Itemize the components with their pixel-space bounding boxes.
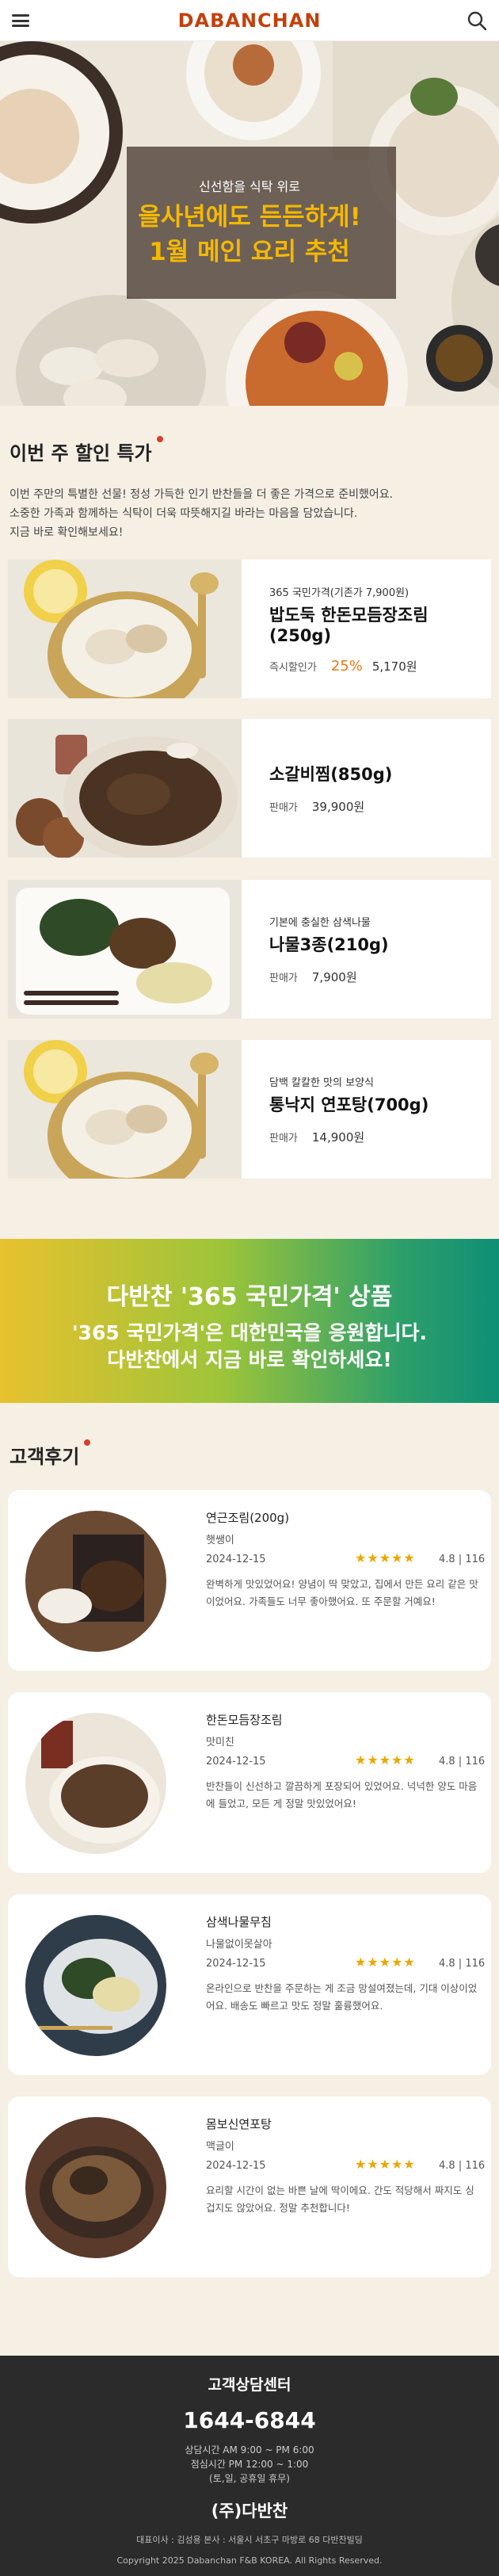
product-price-row: 판매가 7,900원 — [269, 969, 483, 985]
footer-hours: 상담시간 AM 9:00 ~ PM 6:00 점심시간 PM 12:00 ~ 1… — [0, 2443, 499, 2486]
price-label: 판매가 — [269, 1132, 298, 1145]
review-card[interactable]: 연근조림(200g) 햇쌩이 2024-12-15 ★★★★★ 4.8 | 11… — [8, 1490, 491, 1671]
search-icon[interactable] — [466, 10, 488, 32]
footer-copyright: Copyright 2025 Dabanchan F&B KOREA. All … — [116, 2555, 383, 2566]
review-image — [25, 1915, 166, 2056]
product-price-row: 판매가 39,900원 — [269, 798, 483, 815]
price-value: 39,900원 — [311, 800, 365, 814]
review-product: 한돈모듬장조림 — [206, 1713, 283, 1727]
banner-title: 다반찬 '365 국민가격' 상품 — [106, 1283, 393, 1311]
review-date: 2024-12-15 — [206, 1554, 266, 1565]
review-user: 나물없이못살아 — [206, 1939, 272, 1951]
product-name: 밥도둑 한돈모듬장조림(250g) — [269, 605, 429, 645]
rating-score: 4.8 | 116 — [439, 1554, 486, 1565]
hours-line: 상담시간 AM 9:00 ~ PM 6:00 — [185, 2444, 314, 2456]
top-header: DABANCHAN — [0, 0, 499, 41]
accent-dot — [84, 1439, 91, 1446]
price-value: 5,170원 — [371, 659, 417, 674]
review-product: 연근조림(200g) — [206, 1511, 290, 1525]
footer-company: (주)다반찬 — [211, 2501, 288, 2521]
price-promo-banner[interactable]: 다반찬 '365 국민가격' 상품 '365 국민가격'은 대한민국을 응원합니… — [0, 1239, 499, 1403]
hours-line: (토,일, 공휴일 휴무) — [209, 2473, 290, 2484]
review-date: 2024-12-15 — [206, 1756, 266, 1768]
product-card[interactable]: 소갈비찜(850g) 판매가 39,900원 — [8, 719, 491, 858]
product-info: 기본에 충실한 삼색나물 나물3종(210g) 판매가 7,900원 — [269, 880, 483, 1019]
accent-dot — [156, 436, 163, 442]
discount-rate: 25% — [330, 657, 363, 675]
review-product: 삼색나물무침 — [206, 1915, 272, 1929]
product-name: 소갈비찜(850g) — [269, 765, 393, 784]
hero-title: 을사년에도 든든하게! 1월 메인 요리 추천 — [127, 200, 372, 269]
review-card[interactable]: 한돈모듬장조림 맛미친 2024-12-15 ★★★★★ 4.8 | 116 반… — [8, 1692, 491, 1873]
review-text: 온라인으로 반찬을 주문하는 게 조금 망설여졌는데, 기대 이상이었어요. 배… — [206, 1982, 478, 2012]
review-image — [25, 1511, 166, 1652]
product-name: 통낙지 연포탕(700g) — [269, 1095, 429, 1114]
banner-line: 다반찬에서 지금 바로 확인하세요! — [107, 1348, 392, 1371]
product-info: 소갈비찜(850g) 판매가 39,900원 — [269, 719, 483, 858]
rating-stars: ★★★★★ — [355, 1955, 416, 1970]
product-card[interactable]: 365 국민가격(기존가 7,900원) 밥도둑 한돈모듬장조림(250g) 즉… — [8, 560, 491, 698]
banner-subtitle: '365 국민가격'은 대한민국을 응원합니다. 다반찬에서 지금 바로 확인하… — [0, 1320, 499, 1374]
discount-section-title: 이번 주 할인 특가 — [10, 436, 163, 465]
intro-line: 소중한 가족과 함께하는 식탁이 더욱 따뜻해지길 바라는 마음을 담았습니다. — [10, 507, 358, 520]
review-user: 햇쌩이 — [206, 1535, 234, 1546]
product-image — [8, 560, 242, 698]
hero-title-line1: 을사년에도 든든하게! — [138, 203, 361, 231]
banner-line: '365 국민가격'은 대한민국을 응원합니다. — [71, 1321, 428, 1344]
product-image — [8, 1040, 242, 1179]
brand-logo[interactable]: DABANCHAN — [178, 10, 322, 32]
review-user: 맥글이 — [206, 2141, 234, 2153]
product-card[interactable]: 담백 칼칼한 맛의 보양식 통낙지 연포탕(700g) 판매가 14,900원 — [8, 1040, 491, 1179]
review-text: 반찬들이 신선하고 깔끔하게 포장되어 있었어요. 넉넉한 양도 마음에 들었고… — [206, 1780, 478, 1810]
review-card[interactable]: 몸보신연포탕 맥글이 2024-12-15 ★★★★★ 4.8 | 116 요리… — [8, 2096, 491, 2277]
discount-title-text: 이번 주 할인 특가 — [10, 442, 152, 464]
intro-line: 지금 바로 확인해보세요! — [10, 526, 124, 539]
site-footer: 고객상담센터 1644-6844 상담시간 AM 9:00 ~ PM 6:00 … — [0, 2356, 499, 2576]
product-card[interactable]: 기본에 충실한 삼색나물 나물3종(210g) 판매가 7,900원 — [8, 880, 491, 1019]
footer-address: 대표이사 : 김성용 본사 : 서울시 서초구 마방로 68 다반찬빌딩 — [136, 2535, 363, 2545]
review-image — [25, 2117, 166, 2258]
intro-line: 이번 주만의 특별한 선물! 정성 가득한 인기 반찬들을 더 좋은 가격으로 … — [10, 488, 394, 501]
footer-title: 고객상담센터 — [208, 2376, 291, 2394]
product-image — [8, 719, 242, 858]
discount-intro: 이번 주만의 특별한 선물! 정성 가득한 인기 반찬들을 더 좋은 가격으로 … — [10, 485, 485, 542]
price-label: 즉시할인가 — [269, 661, 317, 674]
review-image — [25, 1713, 166, 1854]
product-info: 담백 칼칼한 맛의 보양식 통낙지 연포탕(700g) 판매가 14,900원 — [269, 1040, 483, 1179]
price-value: 7,900원 — [311, 969, 357, 984]
review-card[interactable]: 삼색나물무침 나물없이못살아 2024-12-15 ★★★★★ 4.8 | 11… — [8, 1894, 491, 2075]
reviews-section-title: 고객후기 — [10, 1439, 91, 1469]
hero-banner[interactable]: 신선함을 식탁 위로 을사년에도 든든하게! 1월 메인 요리 추천 — [0, 41, 499, 406]
hamburger-menu-icon[interactable] — [11, 11, 30, 30]
product-desc: 담백 칼칼한 맛의 보양식 — [269, 1076, 374, 1089]
hours-line: 점심시간 PM 12:00 ~ 1:00 — [190, 2459, 309, 2470]
product-price-row: 판매가 14,900원 — [269, 1129, 483, 1145]
price-label: 판매가 — [269, 972, 298, 984]
product-desc: 365 국민가격(기존가 7,900원) — [269, 587, 409, 599]
rating-stars: ★★★★★ — [355, 1752, 416, 1768]
review-date: 2024-12-15 — [206, 1958, 266, 1970]
review-user: 맛미친 — [206, 1737, 234, 1749]
rating-stars: ★★★★★ — [355, 1550, 416, 1565]
rating-stars: ★★★★★ — [355, 2157, 416, 2172]
price-label: 판매가 — [269, 802, 298, 814]
reviews-title-text: 고객후기 — [10, 1446, 80, 1468]
rating-score: 4.8 | 116 — [439, 1756, 486, 1768]
hero-subtitle: 신선함을 식탁 위로 — [199, 179, 300, 194]
price-value: 14,900원 — [311, 1129, 365, 1145]
review-text: 완벽하게 맛있었어요! 양념이 딱 맞았고, 집에서 만든 요리 같은 맛이었어… — [206, 1578, 478, 1607]
rating-score: 4.8 | 116 — [439, 1958, 486, 1970]
footer-phone[interactable]: 1644-6844 — [0, 2407, 499, 2433]
product-info: 365 국민가격(기존가 7,900원) 밥도둑 한돈모듬장조림(250g) 즉… — [269, 560, 483, 698]
rating-score: 4.8 | 116 — [439, 2160, 486, 2172]
review-product: 몸보신연포탕 — [206, 2117, 272, 2131]
hero-title-line2: 1월 메인 요리 추천 — [149, 238, 350, 266]
review-text: 요리할 시간이 없는 바쁜 날에 딱이에요. 간도 적당해서 짜지도 싱겁지도 … — [206, 2184, 474, 2214]
product-image — [8, 880, 242, 1019]
review-date: 2024-12-15 — [206, 2160, 266, 2172]
product-desc: 기본에 충실한 삼색나물 — [269, 916, 371, 929]
product-price-row: 즉시할인가 25% 5,170원 — [269, 658, 483, 675]
product-name: 나물3종(210g) — [269, 934, 389, 954]
